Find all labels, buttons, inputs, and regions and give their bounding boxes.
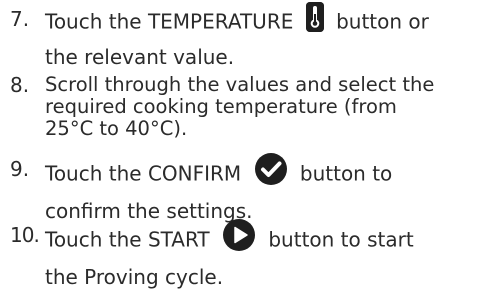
step-text-line2: the Proving cycle. xyxy=(45,265,224,289)
step-text: Touch the CONFIRM button to confirm the … xyxy=(45,152,478,226)
step-text-before: Touch the CONFIRM xyxy=(45,161,242,186)
step-number: 7. xyxy=(10,7,30,31)
step-text-before: Touch the TEMPERATURE xyxy=(45,9,294,34)
step-text-line3: 25°C to 40°C). xyxy=(45,117,188,140)
step-text: Touch the TEMPERATURE button or the rele… xyxy=(45,2,478,72)
step-text-after: button or xyxy=(336,9,429,34)
step-text-after: button to start xyxy=(268,227,414,252)
step-text-line2: required cooking temperature (from xyxy=(45,95,397,118)
step-text-before: Touch the START xyxy=(45,227,210,252)
check-circle-icon xyxy=(254,152,288,194)
step-text: Touch the START button to start the Prov… xyxy=(45,218,478,292)
step-number: 8. xyxy=(10,73,30,97)
step-text-line2: the relevant value. xyxy=(45,45,235,69)
step-number: 10. xyxy=(10,223,40,247)
step-text: Scroll through the values and select the… xyxy=(45,74,478,140)
step-text-after: button to xyxy=(299,161,393,186)
step-number: 9. xyxy=(10,157,30,181)
play-circle-icon xyxy=(222,218,256,260)
step-text-line1: Scroll through the values and select the xyxy=(45,73,435,96)
thermometer-icon xyxy=(305,2,324,40)
